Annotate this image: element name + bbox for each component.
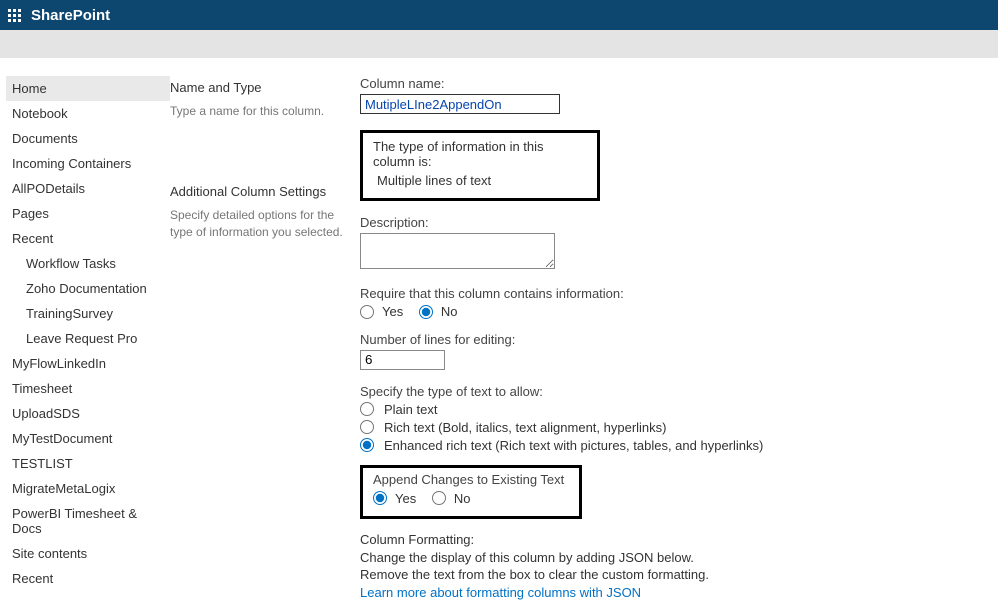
nav-item[interactable]: Timesheet [6, 376, 170, 401]
append-yes-radio[interactable] [373, 491, 387, 505]
nav-item[interactable]: AllPODetails [6, 176, 170, 201]
app-title: SharePoint [31, 7, 110, 24]
nav-item[interactable]: MigrateMetaLogix [6, 476, 170, 501]
column-name-input[interactable] [360, 94, 560, 114]
require-label: Require that this column contains inform… [360, 286, 988, 301]
nav-item[interactable]: UploadSDS [6, 401, 170, 426]
app-launcher-icon[interactable] [8, 9, 21, 22]
nav-item[interactable]: Zoho Documentation [6, 276, 170, 301]
nav-item[interactable]: MyFlowLinkedIn [6, 351, 170, 376]
column-type-callout: The type of information in this column i… [360, 130, 600, 201]
formatting-line2: Remove the text from the box to clear th… [360, 566, 988, 584]
left-nav: HomeNotebookDocumentsIncoming Containers… [0, 76, 170, 601]
formatting-line1: Change the display of this column by add… [360, 549, 988, 567]
nav-item[interactable]: Notebook [6, 101, 170, 126]
top-bar: SharePoint [0, 0, 998, 30]
rich-text-option[interactable]: Rich text (Bold, italics, text alignment… [360, 420, 988, 435]
column-type-label: The type of information in this column i… [373, 139, 587, 169]
nav-item[interactable]: Site contents [6, 541, 170, 566]
numlines-label: Number of lines for editing: [360, 332, 988, 347]
secondary-bar [0, 30, 998, 58]
nav-item[interactable]: Incoming Containers [6, 151, 170, 176]
nav-item[interactable]: Home [6, 76, 170, 101]
column-type-value: Multiple lines of text [373, 173, 587, 188]
column-settings-form: Column name: The type of information in … [360, 76, 998, 601]
nav-item[interactable]: Workflow Tasks [6, 251, 170, 276]
nav-item[interactable]: Pages [6, 201, 170, 226]
nav-item[interactable]: Recent [6, 226, 170, 251]
formatting-heading: Column Formatting: [360, 531, 988, 549]
description-label: Description: [360, 215, 988, 230]
description-textarea[interactable] [360, 233, 555, 269]
column-name-label: Column name: [360, 76, 988, 91]
name-and-type-heading: Name and Type [170, 80, 350, 95]
append-changes-callout: Append Changes to Existing Text Yes No [360, 465, 582, 520]
append-label: Append Changes to Existing Text [373, 472, 569, 487]
formatting-learn-more-link[interactable]: Learn more about formatting columns with… [360, 584, 988, 601]
enhanced-text-radio[interactable] [360, 438, 374, 452]
additional-settings-heading: Additional Column Settings [170, 184, 350, 199]
append-yes-option[interactable]: Yes [373, 491, 416, 506]
column-formatting-block: Column Formatting: Change the display of… [360, 531, 988, 601]
nav-item[interactable]: MyTestDocument [6, 426, 170, 451]
plain-text-radio[interactable] [360, 402, 374, 416]
rich-text-radio[interactable] [360, 420, 374, 434]
require-yes-radio[interactable] [360, 305, 374, 319]
nav-item[interactable]: Recent [6, 566, 170, 591]
settings-help-column: Name and Type Type a name for this colum… [170, 76, 360, 601]
nav-item[interactable]: Documents [6, 126, 170, 151]
nav-item[interactable]: TESTLIST [6, 451, 170, 476]
nav-item[interactable]: Leave Request Pro [6, 326, 170, 351]
require-no-radio[interactable] [419, 305, 433, 319]
plain-text-option[interactable]: Plain text [360, 402, 988, 417]
numlines-input[interactable] [360, 350, 445, 370]
append-no-radio[interactable] [432, 491, 446, 505]
texttype-label: Specify the type of text to allow: [360, 384, 988, 399]
nav-item[interactable]: PowerBI Timesheet & Docs [6, 501, 170, 541]
nav-item[interactable]: TrainingSurvey [6, 301, 170, 326]
name-and-type-subtext: Type a name for this column. [170, 103, 350, 120]
additional-settings-subtext: Specify detailed options for the type of… [170, 207, 350, 241]
require-no-option[interactable]: No [419, 304, 458, 319]
require-yes-option[interactable]: Yes [360, 304, 403, 319]
enhanced-text-option[interactable]: Enhanced rich text (Rich text with pictu… [360, 438, 988, 453]
append-no-option[interactable]: No [432, 491, 471, 506]
